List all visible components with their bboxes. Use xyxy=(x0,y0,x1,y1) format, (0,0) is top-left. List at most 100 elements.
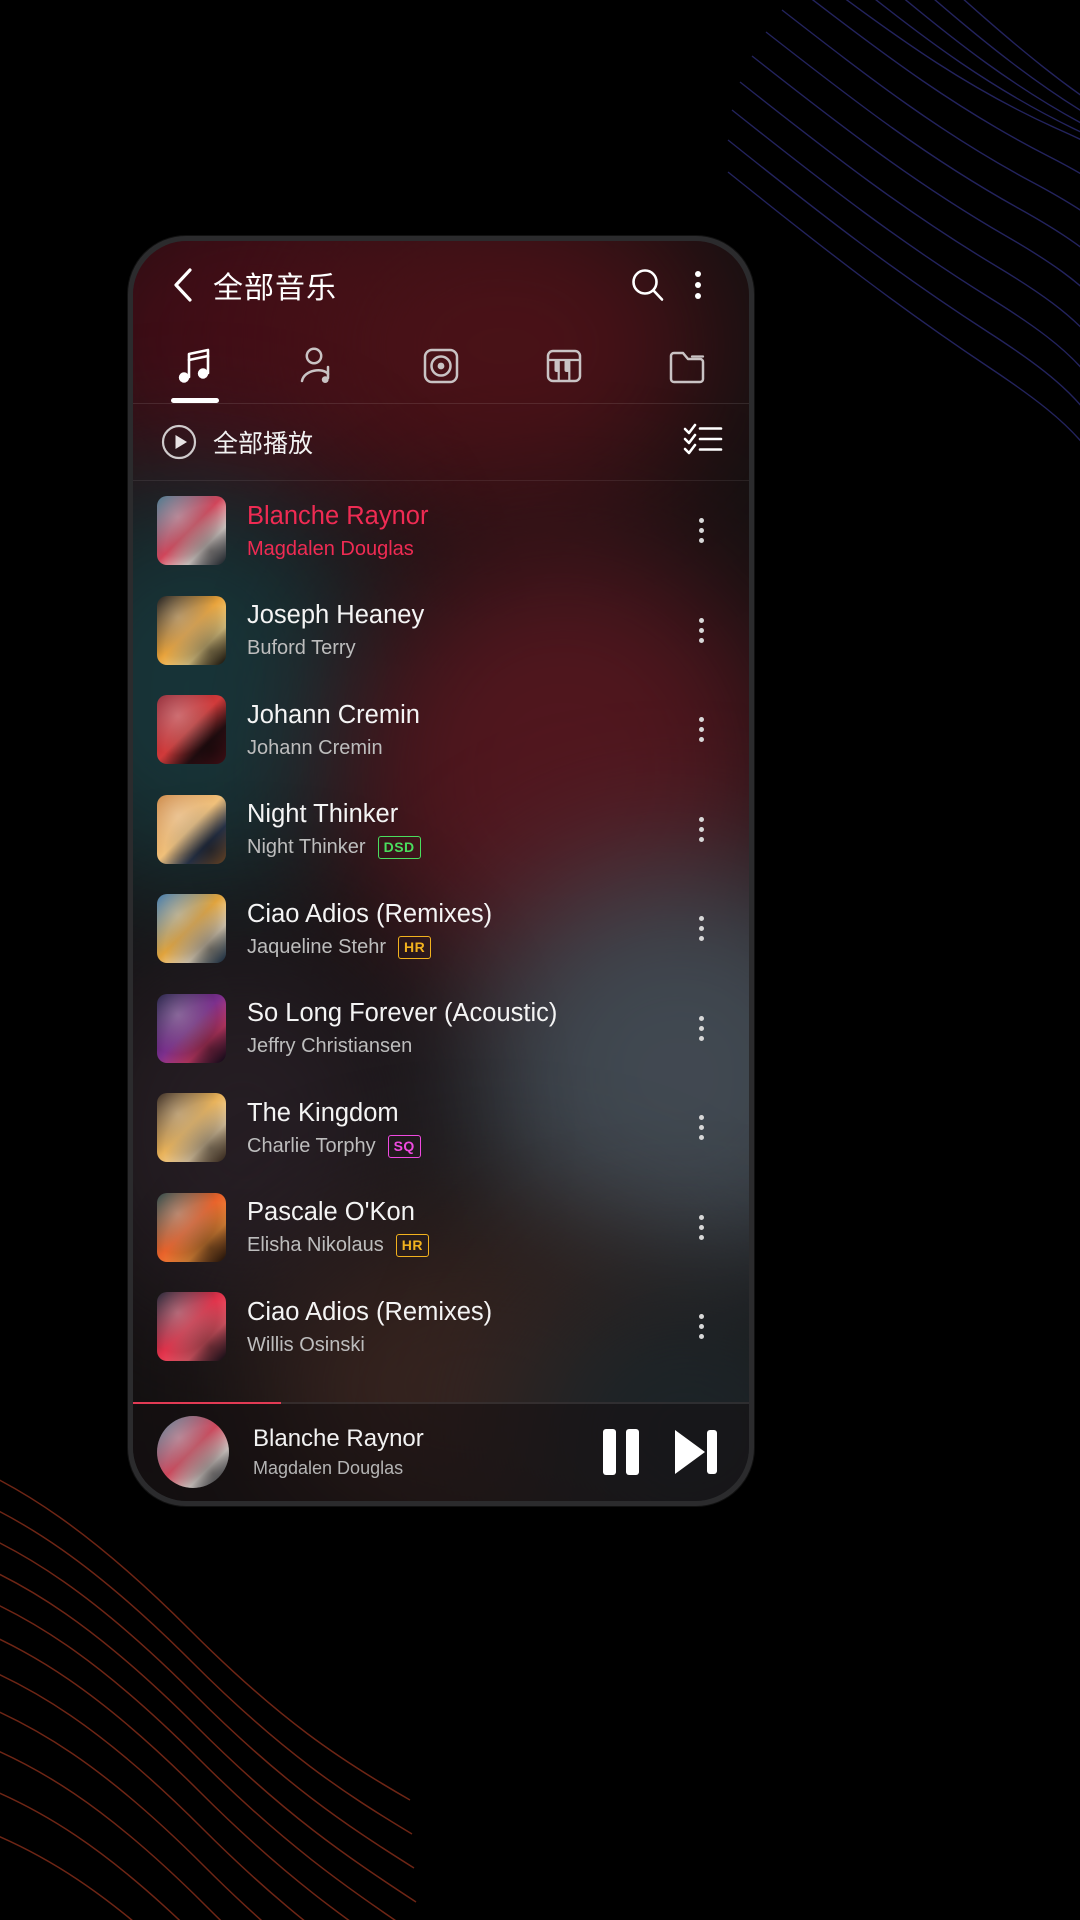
more-vertical-icon xyxy=(698,518,704,544)
checklist-icon xyxy=(683,423,723,454)
song-row[interactable]: Blanche Raynor Magdalen Douglas xyxy=(133,481,749,581)
more-vertical-icon xyxy=(698,916,704,942)
song-overflow-button[interactable] xyxy=(679,1098,723,1158)
play-all-row[interactable]: 全部播放 xyxy=(133,404,749,480)
song-overflow-button[interactable] xyxy=(679,600,723,660)
song-album-art xyxy=(157,496,226,566)
quality-badge: HR xyxy=(395,1234,429,1258)
song-overflow-button[interactable] xyxy=(679,1197,723,1257)
song-row[interactable]: Ciao Adios (Remixes) Jaqueline Stehr HR xyxy=(133,879,749,979)
song-meta: So Long Forever (Acoustic) Jeffry Christi… xyxy=(247,998,679,1058)
tab-genres[interactable] xyxy=(503,329,626,403)
song-subtitle-row: Jaqueline Stehr HR xyxy=(247,935,679,959)
song-meta: The Kingdom Charlie Torphy SQ xyxy=(247,1098,679,1158)
song-meta: Ciao Adios (Remixes) Willis Osinski xyxy=(247,1297,679,1357)
song-row[interactable]: Night Thinker Night Thinker DSD xyxy=(133,780,749,880)
playback-progress-track[interactable] xyxy=(133,1402,749,1404)
mini-player-controls xyxy=(603,1428,719,1476)
song-row[interactable]: Joseph Heaney Buford Terry xyxy=(133,581,749,681)
album-art-highlight xyxy=(157,794,226,864)
more-vertical-icon xyxy=(698,717,704,743)
song-subtitle-row: Jeffry Christiansen xyxy=(247,1035,679,1058)
song-overflow-button[interactable] xyxy=(679,899,723,959)
phone-screen: 全部音乐 全部播放 Blanche Raynor Magdalen Dougla… xyxy=(133,241,749,1501)
folder-icon xyxy=(670,351,705,384)
tab-active-indicator xyxy=(170,398,219,403)
album-art-highlight xyxy=(157,1292,226,1362)
song-row[interactable]: Johann Cremin Johann Cremin xyxy=(133,680,749,780)
song-artist: Night Thinker xyxy=(247,836,366,859)
page-title: 全部音乐 xyxy=(213,272,337,305)
song-subtitle-row: Night Thinker DSD xyxy=(247,836,679,860)
tab-artists[interactable] xyxy=(256,329,379,403)
piano-keys-icon xyxy=(546,349,582,383)
song-title: Ciao Adios (Remixes) xyxy=(247,1297,493,1326)
song-meta: Blanche Raynor Magdalen Douglas xyxy=(247,501,679,561)
song-list[interactable]: Blanche Raynor Magdalen Douglas Joseph Hea… xyxy=(133,481,749,1402)
tab-folders[interactable] xyxy=(626,329,749,403)
chevron-left-icon xyxy=(174,268,192,302)
playback-progress-fill xyxy=(133,1402,281,1404)
song-overflow-button[interactable] xyxy=(679,1297,723,1357)
song-title: Ciao Adios (Remixes) xyxy=(247,899,493,928)
quality-badge: DSD xyxy=(377,836,421,860)
song-album-art xyxy=(157,595,226,665)
search-button[interactable] xyxy=(623,260,673,310)
song-title: Pascale O'Kon xyxy=(247,1198,415,1227)
song-subtitle-row: Johann Cremin xyxy=(247,737,679,760)
song-overflow-button[interactable] xyxy=(679,501,723,561)
overflow-menu-button[interactable] xyxy=(673,260,723,310)
song-meta: Johann Cremin Johann Cremin xyxy=(247,700,679,760)
song-title: Joseph Heaney xyxy=(247,601,425,630)
mini-player-album-art[interactable] xyxy=(157,1415,229,1488)
song-title: Night Thinker xyxy=(247,800,399,829)
song-overflow-button[interactable] xyxy=(679,799,723,859)
song-artist: Jaqueline Stehr xyxy=(247,935,386,958)
more-vertical-icon xyxy=(698,1314,704,1340)
skip-next-icon xyxy=(675,1429,717,1474)
song-subtitle-row: Buford Terry xyxy=(247,637,679,660)
phone-device-frame: 全部音乐 全部播放 Blanche Raynor Magdalen Dougla… xyxy=(128,236,754,1506)
quality-badge: HR xyxy=(397,935,432,959)
back-button[interactable] xyxy=(161,263,205,307)
more-vertical-icon xyxy=(698,816,704,842)
tab-albums[interactable] xyxy=(379,329,502,403)
song-album-art xyxy=(157,894,226,964)
song-row[interactable]: Ciao Adios (Remixes) Willis Osinski xyxy=(133,1277,749,1377)
song-meta: Joseph Heaney Buford Terry xyxy=(247,600,679,660)
song-artist: Magdalen Douglas xyxy=(247,537,414,560)
next-track-button[interactable] xyxy=(669,1428,719,1476)
pause-button[interactable] xyxy=(603,1428,639,1475)
song-title: The Kingdom xyxy=(247,1098,399,1127)
quality-badge: SQ xyxy=(387,1134,421,1158)
song-subtitle-row: Magdalen Douglas xyxy=(247,538,679,561)
song-album-art xyxy=(157,695,226,765)
more-vertical-icon xyxy=(698,1214,704,1240)
song-album-art xyxy=(157,1093,226,1163)
album-art-highlight xyxy=(157,1093,226,1163)
song-title: So Long Forever (Acoustic) xyxy=(247,999,558,1028)
song-overflow-button[interactable] xyxy=(679,998,723,1058)
album-art-highlight xyxy=(157,993,226,1063)
song-row[interactable]: The Kingdom Charlie Torphy SQ xyxy=(133,1078,749,1178)
search-icon xyxy=(632,269,664,301)
song-album-art xyxy=(157,1192,226,1262)
song-meta: Ciao Adios (Remixes) Jaqueline Stehr HR xyxy=(247,899,679,959)
song-album-art xyxy=(157,794,226,864)
play-all-label: 全部播放 xyxy=(213,430,314,458)
multi-select-button[interactable] xyxy=(683,422,723,463)
music-note-icon xyxy=(178,348,209,383)
album-art-highlight xyxy=(157,695,226,765)
tab-songs[interactable] xyxy=(133,329,256,403)
song-overflow-button[interactable] xyxy=(679,700,723,760)
mini-player-artist: Magdalen Douglas xyxy=(253,1457,404,1478)
mini-player-title: Blanche Raynor xyxy=(253,1424,424,1452)
song-album-art xyxy=(157,993,226,1063)
album-art-highlight xyxy=(157,496,226,566)
song-row[interactable]: Pascale O'Kon Elisha Nikolaus HR xyxy=(133,1178,749,1278)
play-circle-icon xyxy=(161,424,197,460)
song-row[interactable]: So Long Forever (Acoustic) Jeffry Christi… xyxy=(133,979,749,1079)
song-artist: Buford Terry xyxy=(247,637,356,660)
mini-player-bar[interactable]: Blanche Raynor Magdalen Douglas xyxy=(133,1402,749,1501)
artist-icon xyxy=(300,347,330,383)
